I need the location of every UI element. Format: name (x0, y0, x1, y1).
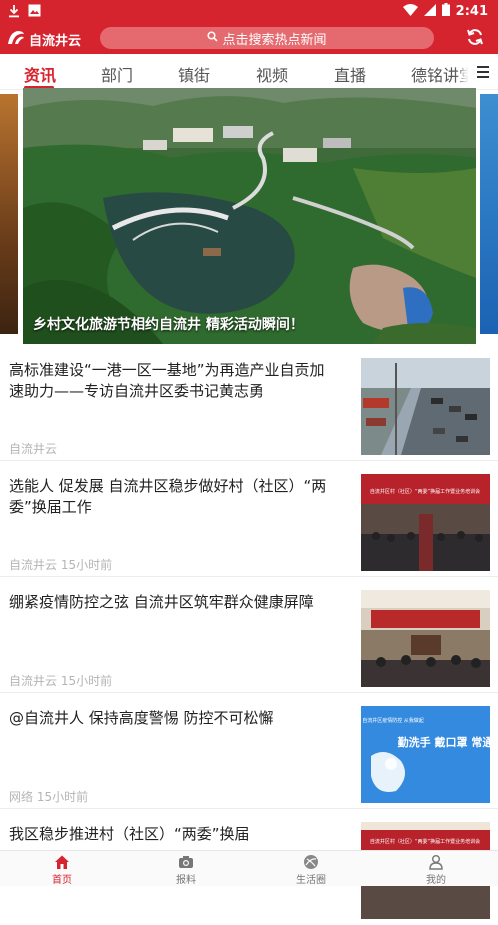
news-meta: 网络 15小时前 (9, 790, 89, 804)
news-meta: 自流井云 15小时前 (9, 558, 113, 572)
signal-icon (423, 3, 436, 20)
search-bar[interactable]: 点击搜索热点新闻 (100, 27, 434, 49)
news-meta: 自流井云 15小时前 (9, 674, 113, 688)
search-icon (207, 30, 219, 46)
tab-departments[interactable]: 部门 (101, 62, 133, 86)
banner-slide[interactable]: 乡村文化旅游节相约自流井 精彩活动瞬间！ (23, 88, 476, 344)
app-bar: 自流井云 点击搜索热点新闻 (0, 22, 498, 54)
news-item[interactable]: 选能人 促发展 自流井区稳步做好村（社区）“两委”换届工作 自流井云 15小时前… (0, 462, 498, 577)
nav-life-circle-label: 生活圈 (296, 875, 326, 886)
next-banner-peek[interactable] (480, 94, 498, 334)
download-icon (8, 4, 20, 22)
nav-mine[interactable]: 我的 (396, 854, 476, 886)
news-title: 绷紧疫情防控之弦 自流井区筑牢群众健康屏障 (9, 593, 314, 611)
tab-towns[interactable]: 镇街 (178, 62, 210, 86)
news-item[interactable]: 绷紧疫情防控之弦 自流井区筑牢群众健康屏障 自流井云 15小时前 (0, 578, 498, 693)
nav-life-circle[interactable]: 生活圈 (271, 854, 351, 886)
battery-icon (441, 3, 450, 20)
bottom-navigation: 首页 报料 生活圈 我的 (0, 850, 498, 886)
nav-report[interactable]: 报料 (146, 854, 226, 886)
tab-video[interactable]: 视频 (256, 62, 288, 86)
prev-banner-peek[interactable] (0, 94, 18, 334)
meeting-banner-text: 自流井区村（社区）“两委”换届工作暨业务培训会 (370, 838, 480, 845)
tab-lecture[interactable]: 德铭讲堂 (411, 62, 475, 86)
category-tabs: 资讯 部门 镇街 视频 直播 德铭讲堂 (0, 54, 498, 90)
poster-big-text: 勤洗手 戴口罩 常通风 (398, 735, 490, 749)
banner-image (23, 88, 476, 344)
news-thumbnail (361, 358, 490, 455)
news-item[interactable]: @自流井人 保持高度警惕 防控不可松懈 网络 15小时前 自流井区疫情防控 从我… (0, 694, 498, 809)
poster-small-text: 自流井区疫情防控 从我做起 (362, 717, 424, 724)
camera-icon (178, 854, 194, 870)
news-thumbnail: 自流井区疫情防控 从我做起 勤洗手 戴口罩 常通风 (361, 706, 490, 803)
nav-report-label: 报料 (176, 875, 196, 886)
home-icon (54, 854, 70, 870)
news-title: 我区稳步推进村（社区）“两委”换届 (9, 825, 250, 843)
news-title: @自流井人 保持高度警惕 防控不可松懈 (9, 709, 274, 727)
nav-home-label: 首页 (52, 875, 72, 886)
banner-carousel[interactable]: 乡村文化旅游节相约自流井 精彩活动瞬间！ (0, 88, 498, 344)
wifi-icon (402, 3, 418, 20)
menu-icon[interactable] (468, 54, 498, 89)
user-icon (428, 854, 444, 870)
tab-news[interactable]: 资讯 (24, 62, 56, 86)
news-title: 高标准建设“一港一区一基地”为再造产业自贡加速助力——专访自流井区委书记黄志勇 (9, 361, 325, 400)
nav-home[interactable]: 首页 (22, 854, 102, 886)
circle-icon (303, 854, 319, 870)
search-placeholder: 点击搜索热点新闻 (222, 32, 327, 48)
gallery-icon (28, 4, 41, 22)
news-thumbnail (361, 590, 490, 687)
meeting-banner-text: 自流井区村（社区）“两委”换届工作暨业务培训会 (370, 488, 480, 495)
banner-caption: 乡村文化旅游节相约自流井 精彩活动瞬间！ (33, 317, 304, 333)
status-time: 2:41 (455, 4, 488, 19)
news-thumbnail: 自流井区村（社区）“两委”换届工作暨业务培训会 (361, 474, 490, 571)
logo-icon (6, 28, 26, 50)
logo-text: 自流井云 (29, 33, 82, 49)
refresh-icon[interactable] (466, 28, 484, 46)
app-logo[interactable]: 自流井云 (6, 28, 81, 50)
news-title: 选能人 促发展 自流井区稳步做好村（社区）“两委”换届工作 (9, 477, 327, 516)
nav-mine-label: 我的 (426, 875, 446, 886)
news-meta: 自流井云 (9, 442, 58, 456)
tab-live[interactable]: 直播 (334, 62, 366, 86)
news-item[interactable]: 高标准建设“一港一区一基地”为再造产业自贡加速助力——专访自流井区委书记黄志勇 … (0, 346, 498, 461)
status-bar: 2:41 (0, 0, 498, 22)
